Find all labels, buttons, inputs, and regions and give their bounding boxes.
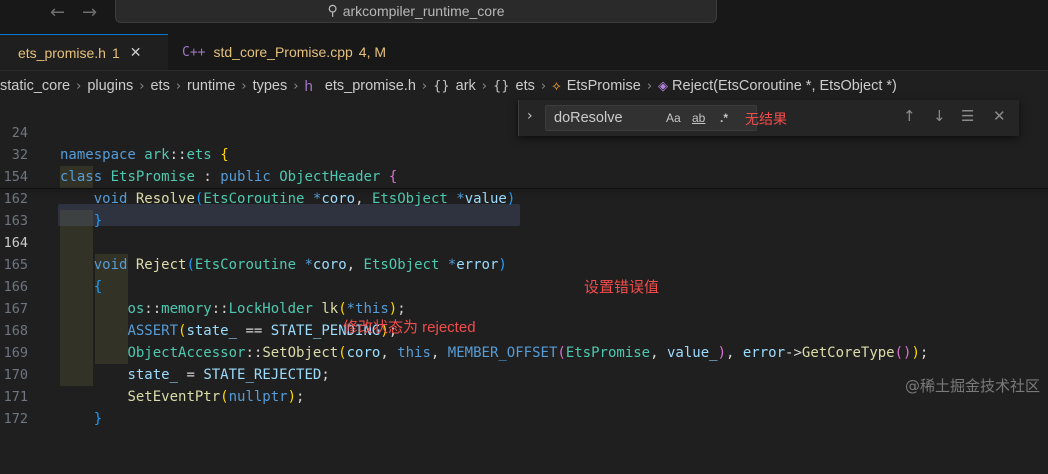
code-line: 164 void Reject(EtsCoroutine *coro, EtsO… bbox=[0, 210, 1048, 273]
cpp-file-icon: C++ bbox=[182, 44, 206, 60]
chevron-right-icon: › bbox=[481, 78, 487, 94]
code-line: 163 bbox=[0, 188, 1048, 229]
chevron-right-icon: › bbox=[241, 78, 247, 94]
chevron-right-icon: › bbox=[646, 78, 653, 94]
breadcrumb-item[interactable]: Reject(EtsCoroutine *, EtsObject *) bbox=[672, 78, 897, 94]
find-widget: › Aa ab .* 无结果 ↑ ↓ ☰ ✕ bbox=[518, 100, 1019, 136]
use-regex-icon[interactable]: .* bbox=[720, 111, 728, 125]
search-icon: ⚲ bbox=[327, 3, 338, 19]
chevron-right-icon: › bbox=[421, 78, 428, 94]
next-match-arrow-icon[interactable]: ↓ bbox=[933, 107, 946, 125]
breadcrumb-item[interactable]: ets bbox=[150, 78, 169, 94]
breadcrumb: static_core › plugins › ets › runtime › … bbox=[0, 72, 1048, 100]
chevron-right-icon: › bbox=[139, 78, 145, 94]
line-number: 172 bbox=[3, 411, 28, 427]
code-line: 166 os::memory::LockHolder lk(*this); bbox=[0, 254, 1048, 317]
chevron-right-icon: › bbox=[540, 78, 547, 94]
code-line: 165 { bbox=[0, 232, 1048, 295]
method-cube-icon: ◈ bbox=[658, 78, 669, 94]
find-result-count: 无结果 bbox=[745, 111, 787, 127]
find-in-selection-icon[interactable]: ☰ bbox=[961, 107, 974, 125]
toggle-replace-chevron-icon[interactable]: › bbox=[527, 108, 533, 124]
tab-problem-badge: 1 bbox=[111, 44, 120, 61]
match-whole-word-icon[interactable]: ab bbox=[692, 111, 705, 125]
match-case-icon[interactable]: Aa bbox=[666, 111, 681, 125]
tab-label: ets_promise.h bbox=[18, 44, 106, 61]
tab-ets-promise-h[interactable]: ets_promise.h 1 ✕ bbox=[0, 34, 168, 70]
code-line: 154 void Resolve(EtsCoroutine *coro, Ets… bbox=[0, 144, 1048, 207]
annotation-set-error-value: 设置错误值 bbox=[584, 279, 660, 296]
back-arrow-icon[interactable]: ← bbox=[50, 2, 65, 23]
breadcrumb-item[interactable]: runtime bbox=[187, 78, 235, 94]
tab-problem-badge: 4, M bbox=[358, 44, 387, 60]
code-editor[interactable]: 24 namespace ark::ets { 32 class EtsProm… bbox=[0, 100, 1048, 427]
header-file-icon: h bbox=[304, 77, 313, 95]
namespace-icon: {} bbox=[493, 78, 510, 94]
chevron-right-icon: › bbox=[76, 78, 82, 94]
annotation-change-state: 修改状态为 rejected bbox=[343, 319, 476, 336]
code-line: 169 state_ = STATE_REJECTED; bbox=[0, 320, 1048, 383]
code-line: 170 SetEventPtr(nullptr); bbox=[0, 342, 1048, 405]
namespace-icon: {} bbox=[433, 78, 450, 94]
command-center-label: arkcompiler_runtime_core bbox=[342, 3, 505, 19]
code-line: 172 bbox=[0, 386, 1048, 427]
class-icon: ⟡ bbox=[552, 78, 561, 94]
close-icon[interactable]: ✕ bbox=[130, 45, 142, 61]
close-find-icon[interactable]: ✕ bbox=[993, 107, 1006, 125]
breadcrumb-item[interactable]: plugins bbox=[87, 78, 133, 94]
find-input[interactable] bbox=[554, 109, 654, 127]
previous-match-arrow-icon[interactable]: ↑ bbox=[903, 107, 916, 125]
code-line: 167 ASSERT(state_ == STATE_PENDING); bbox=[0, 276, 1048, 339]
code-line: 171 } bbox=[0, 364, 1048, 427]
title-bar: ← → ⚲ arkcompiler_runtime_core bbox=[0, 0, 1048, 34]
watermark: @稀土掘金技术社区 bbox=[904, 377, 1040, 395]
breadcrumb-item[interactable]: types bbox=[253, 78, 288, 94]
breadcrumb-item[interactable]: EtsPromise bbox=[567, 78, 641, 94]
find-input-box: Aa ab .* bbox=[545, 105, 757, 131]
breadcrumb-item[interactable]: ets_promise.h bbox=[325, 78, 416, 94]
chevron-right-icon: › bbox=[175, 78, 182, 94]
tab-std-core-promise-cpp[interactable]: C++ std_core_Promise.cpp 4, M bbox=[182, 34, 386, 70]
code-line: 162 } bbox=[0, 166, 1048, 229]
chevron-right-icon: › bbox=[293, 78, 299, 94]
breadcrumb-item[interactable]: static_core bbox=[0, 78, 70, 94]
tab-label: std_core_Promise.cpp bbox=[213, 44, 353, 60]
command-center[interactable]: ⚲ arkcompiler_runtime_core bbox=[115, 0, 717, 23]
forward-arrow-icon[interactable]: → bbox=[82, 2, 97, 23]
breadcrumb-item[interactable]: ets bbox=[516, 78, 535, 94]
code-line: 168 ObjectAccessor::SetObject(coro, this… bbox=[0, 298, 1048, 361]
tab-bar: ets_promise.h 1 ✕ C++ std_core_Promise.c… bbox=[0, 34, 1048, 71]
breadcrumb-item[interactable]: ark bbox=[456, 78, 476, 94]
